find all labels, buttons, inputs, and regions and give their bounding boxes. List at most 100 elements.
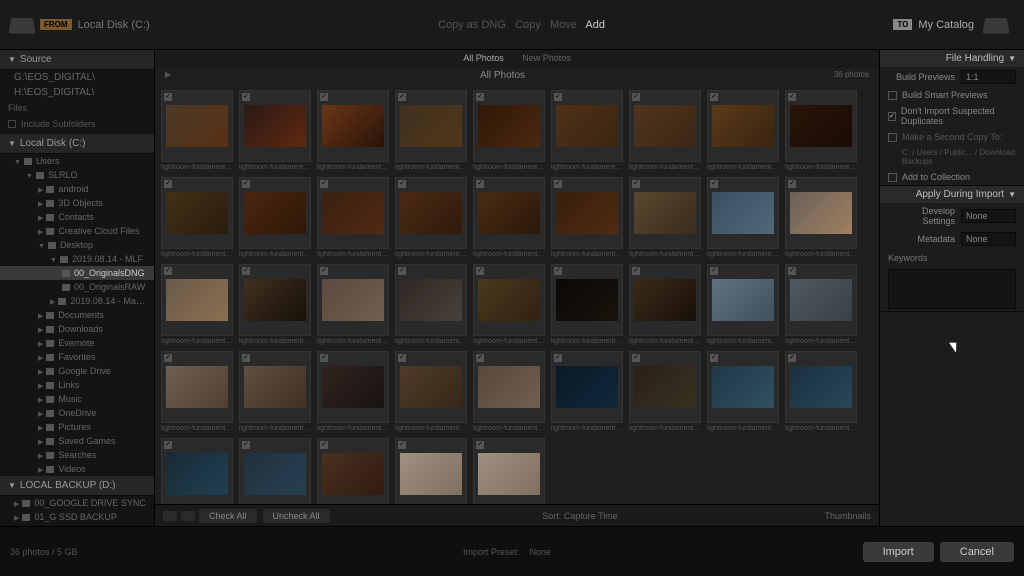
folder-item-selected[interactable]: 00_OriginalsDNG [0,266,154,280]
thumbnail[interactable]: ✓lightroom-fundamentals-tuto... [473,438,545,504]
thumbnail[interactable]: ✓lightroom-fundamentals-tuto... [239,90,311,171]
thumbnail[interactable]: ✓lightroom-fundamentals-tuto... [707,264,779,345]
folder-item[interactable]: ▶Google Drive [0,364,154,378]
add-to-collection-checkbox[interactable]: Add to Collection [880,169,1024,185]
folder-item[interactable]: ▶Downloads [0,322,154,336]
thumbnail[interactable]: ✓lightroom-fundamentals-tuto... [707,90,779,171]
develop-settings-field[interactable]: Develop Settings None [880,203,1024,229]
from-disk[interactable]: Local Disk (C:) [78,19,150,31]
check-all-button[interactable]: Check All [199,509,257,523]
thumbnail[interactable]: ✓lightroom-fundamentals-tuto... [629,177,701,258]
folder-item[interactable]: ▶Contacts [0,210,154,224]
build-previews-field[interactable]: Build Previews 1:1 [880,67,1024,87]
folder-item[interactable]: ▶01_G SSD BACKUP [0,510,154,524]
folder-item[interactable]: ▼Users [0,154,154,168]
metadata-field[interactable]: Metadata None [880,229,1024,249]
thumbnail[interactable]: ✓lightroom-fundamentals-tuto... [395,264,467,345]
import-preset-value[interactable]: None [530,547,552,557]
tab-all-photos[interactable]: All Photos [463,53,504,63]
folder-item[interactable]: ▼2019.08.14 - MLF [0,252,154,266]
thumbnail[interactable]: ✓lightroom-fundamentals-tuto... [317,264,389,345]
thumbnail[interactable]: ✓lightroom-fundamentals-tuto... [317,177,389,258]
thumbnail[interactable]: ✓lightroom-fundamentals-tuto... [239,177,311,258]
thumbnail[interactable]: ✓lightroom-fundamentals-tuto... [317,438,389,504]
thumbnail[interactable]: ✓lightroom-fundamentals-tuto... [551,351,623,432]
thumbnail[interactable]: ✓lightroom-fundamentals-tuto... [317,351,389,432]
include-subfolders[interactable]: Include Subfolders [0,116,154,132]
thumbnail[interactable]: ✓lightroom-fundamentals-tuto... [629,264,701,345]
thumbnail[interactable]: ✓lightroom-fundamentals-tuto... [785,90,857,171]
folder-item[interactable]: ▶Documents [0,308,154,322]
drive-c[interactable]: ▼Local Disk (C:) [0,134,154,154]
uncheck-all-button[interactable]: Uncheck All [263,509,330,523]
thumbnail[interactable]: ✓lightroom-fundamentals-tuto... [785,177,857,258]
thumbnail[interactable]: ✓lightroom-fundamentals-tuto... [239,351,311,432]
thumbnail[interactable]: ✓lightroom-fundamentals-tuto... [707,177,779,258]
mode-copy[interactable]: Copy [515,19,541,31]
thumbnail[interactable]: ✓lightroom-fundamentals-tuto... [395,90,467,171]
thumbnail[interactable]: ✓lightroom-fundamentals-tuto... [551,90,623,171]
thumbnail[interactable]: ✓lightroom-fundamentals-tuto... [473,90,545,171]
folder-item[interactable]: ▶Creative Cloud Files [0,224,154,238]
device-item[interactable]: H:\EOS_DIGITAL\ [0,85,154,100]
folder-item[interactable]: ▶2018.12.18 - Dennis Delta's Styled S... [0,524,154,526]
grid-view-icon[interactable] [163,511,177,521]
folder-item[interactable]: 00_OriginalsRAW [0,280,154,294]
thumbnail[interactable]: ✓lightroom-fundamentals-tuto... [161,264,233,345]
folder-item[interactable]: ▼Desktop [0,238,154,252]
keywords-input[interactable] [888,269,1016,309]
folder-item[interactable]: ▶Evernote [0,336,154,350]
folder-item[interactable]: ▶OneDrive [0,406,154,420]
apply-during-import-header[interactable]: Apply During Import▼ [880,186,1024,203]
mode-add[interactable]: Add [585,19,605,31]
thumbnail[interactable]: ✓lightroom-fundamentals-tuto... [473,351,545,432]
folder-item[interactable]: ▶3D Objects [0,196,154,210]
to-catalog[interactable]: My Catalog [918,19,974,31]
device-item[interactable]: G:\EOS_DIGITAL\ [0,70,154,85]
thumbnail[interactable]: ✓lightroom-fundamentals-tuto... [707,351,779,432]
second-copy-checkbox[interactable]: Make a Second Copy To: [880,129,1024,145]
folder-item[interactable]: ▶2019.08.14 - Mastering Lightro... [0,294,154,308]
smart-previews-checkbox[interactable]: Build Smart Previews [880,87,1024,103]
no-duplicates-checkbox[interactable]: ✓Don't Import Suspected Duplicates [880,103,1024,129]
thumbnail[interactable]: ✓lightroom-fundamentals-tuto... [785,351,857,432]
folder-item[interactable]: ▶Saved Games [0,434,154,448]
folder-item[interactable]: ▶Music [0,392,154,406]
folder-item[interactable]: ▶Favorites [0,350,154,364]
folder-item[interactable]: ▶00_GOOGLE DRIVE SYNC [0,496,154,510]
drive-d[interactable]: ▼LOCAL BACKUP (D:) [0,476,154,496]
thumbnail[interactable]: ✓lightroom-fundamentals-tuto... [395,438,467,504]
mode-move[interactable]: Move [550,19,577,31]
folder-item[interactable]: ▶Videos [0,462,154,476]
thumbnail[interactable]: ✓lightroom-fundamentals-tuto... [473,177,545,258]
cancel-button[interactable]: Cancel [940,542,1014,562]
thumbnail[interactable]: ✓lightroom-fundamentals-tuto... [161,90,233,171]
tab-new-photos[interactable]: New Photos [522,53,571,63]
sort-value[interactable]: Capture Time [564,511,618,521]
folder-item[interactable]: ▶android [0,182,154,196]
thumbnail[interactable]: ✓lightroom-fundamentals-tuto... [551,264,623,345]
grid-count: 36 photos [834,70,869,82]
thumbnail[interactable]: ✓lightroom-fundamentals-tuto... [473,264,545,345]
thumbnail[interactable]: ✓lightroom-fundamentals-tuto... [161,438,233,504]
thumbnail[interactable]: ✓lightroom-fundamentals-tuto... [785,264,857,345]
folder-item[interactable]: ▶Pictures [0,420,154,434]
thumbnail[interactable]: ✓lightroom-fundamentals-tuto... [629,351,701,432]
thumbnail[interactable]: ✓lightroom-fundamentals-tuto... [317,90,389,171]
thumbnail[interactable]: ✓lightroom-fundamentals-tuto... [239,264,311,345]
thumbnail[interactable]: ✓lightroom-fundamentals-tuto... [551,177,623,258]
thumbnail[interactable]: ✓lightroom-fundamentals-tuto... [161,177,233,258]
mode-copy-dng[interactable]: Copy as DNG [438,19,506,31]
folder-item[interactable]: ▶Searches [0,448,154,462]
loupe-view-icon[interactable] [181,511,195,521]
thumbnail[interactable]: ✓lightroom-fundamentals-tuto... [239,438,311,504]
thumbnail[interactable]: ✓lightroom-fundamentals-tuto... [161,351,233,432]
import-button[interactable]: Import [863,542,934,562]
file-handling-header[interactable]: File Handling▼ [880,50,1024,67]
thumbnail[interactable]: ✓lightroom-fundamentals-tuto... [629,90,701,171]
thumbnail[interactable]: ✓lightroom-fundamentals-tuto... [395,177,467,258]
source-header[interactable]: ▼Source [0,50,154,70]
folder-item[interactable]: ▼SLRLO [0,168,154,182]
thumbnail[interactable]: ✓lightroom-fundamentals-tuto... [395,351,467,432]
folder-item[interactable]: ▶Links [0,378,154,392]
